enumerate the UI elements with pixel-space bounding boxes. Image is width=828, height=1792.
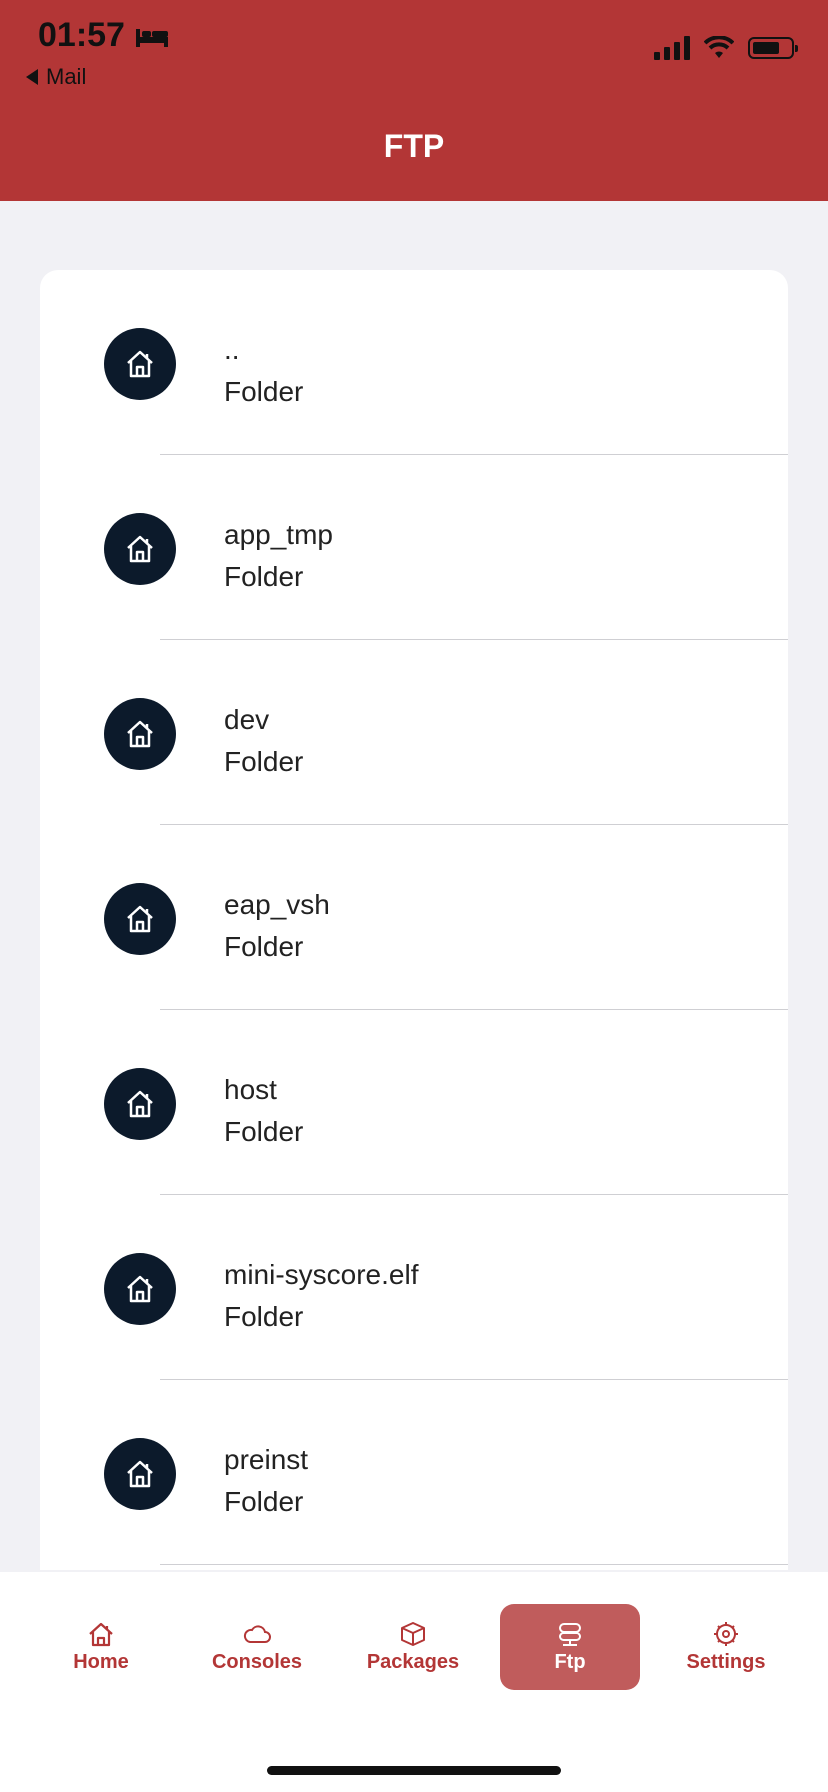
back-to-mail-link[interactable]: Mail: [26, 64, 86, 90]
file-row[interactable]: eap_vsh Folder: [40, 825, 788, 1010]
file-row[interactable]: .. Folder: [40, 270, 788, 455]
file-list: .. Folder app_tmp Folder dev Folder eap_…: [40, 270, 788, 1570]
file-name: eap_vsh: [224, 889, 330, 920]
tab-label: Settings: [686, 1650, 766, 1673]
folder-avatar: [104, 1253, 176, 1325]
file-row[interactable]: dev Folder: [40, 640, 788, 825]
folder-avatar: [104, 513, 176, 585]
server-icon: [559, 1622, 581, 1646]
file-name: preinst: [224, 1444, 309, 1475]
battery-icon: [748, 37, 798, 59]
home-icon: [127, 1460, 153, 1488]
file-type: Folder: [224, 1301, 304, 1332]
home-icon: [127, 1275, 153, 1303]
status-bar-time: 01:57: [38, 16, 169, 55]
folder-avatar: [104, 328, 176, 400]
tab-settings[interactable]: Settings: [656, 1604, 796, 1690]
tab-label: Home: [73, 1650, 129, 1673]
folder-avatar: [104, 1438, 176, 1510]
home-icon: [89, 1622, 113, 1646]
folder-avatar: [104, 698, 176, 770]
file-type: Folder: [224, 931, 304, 962]
folder-avatar: [104, 1068, 176, 1140]
file-type: Folder: [224, 1486, 304, 1517]
file-name: host: [224, 1074, 277, 1105]
wifi-icon: [704, 36, 734, 58]
file-type: Folder: [224, 561, 304, 592]
tab-consoles[interactable]: Consoles: [187, 1604, 327, 1690]
back-label: Mail: [46, 64, 87, 89]
file-row[interactable]: app_tmp Folder: [40, 455, 788, 640]
file-name: app_tmp: [224, 519, 333, 550]
home-icon: [127, 350, 153, 378]
file-type: Folder: [224, 1116, 304, 1147]
file-row[interactable]: mini-syscore.elf Folder: [40, 1195, 788, 1380]
page-title: FTP: [383, 128, 445, 164]
tab-label: Ftp: [554, 1650, 586, 1673]
back-arrow-icon: [26, 69, 38, 85]
home-icon: [127, 1090, 153, 1118]
tab-home[interactable]: Home: [31, 1604, 171, 1690]
home-indicator[interactable]: [267, 1766, 561, 1775]
tab-label: Packages: [366, 1650, 460, 1673]
cloud-icon: [243, 1624, 271, 1643]
cellular-signal-icon: [654, 36, 690, 60]
file-type: Folder: [224, 746, 304, 777]
tab-bar: Home Consoles Packages Ftp Settings: [0, 1572, 828, 1792]
home-icon: [127, 720, 153, 748]
file-name: dev: [224, 704, 270, 735]
file-type: Folder: [224, 376, 304, 407]
gear-icon: [714, 1621, 738, 1646]
folder-avatar: [104, 883, 176, 955]
tab-ftp[interactable]: Ftp: [500, 1604, 640, 1690]
home-icon: [127, 535, 153, 563]
file-row[interactable]: preinst Folder: [40, 1380, 788, 1565]
app-header: 01:57 Mail FTP: [0, 0, 828, 201]
home-icon: [127, 905, 153, 933]
file-row[interactable]: host Folder: [40, 1010, 788, 1195]
bed-icon: [135, 28, 168, 47]
status-icons: [654, 36, 798, 60]
file-name: ..: [224, 334, 240, 365]
tab-packages[interactable]: Packages: [343, 1604, 483, 1690]
status-time-text: 01:57: [38, 16, 125, 54]
file-name: mini-syscore.elf: [224, 1259, 419, 1290]
package-icon: [401, 1621, 425, 1646]
row-divider: [160, 1564, 788, 1565]
tab-label: Consoles: [211, 1650, 303, 1673]
